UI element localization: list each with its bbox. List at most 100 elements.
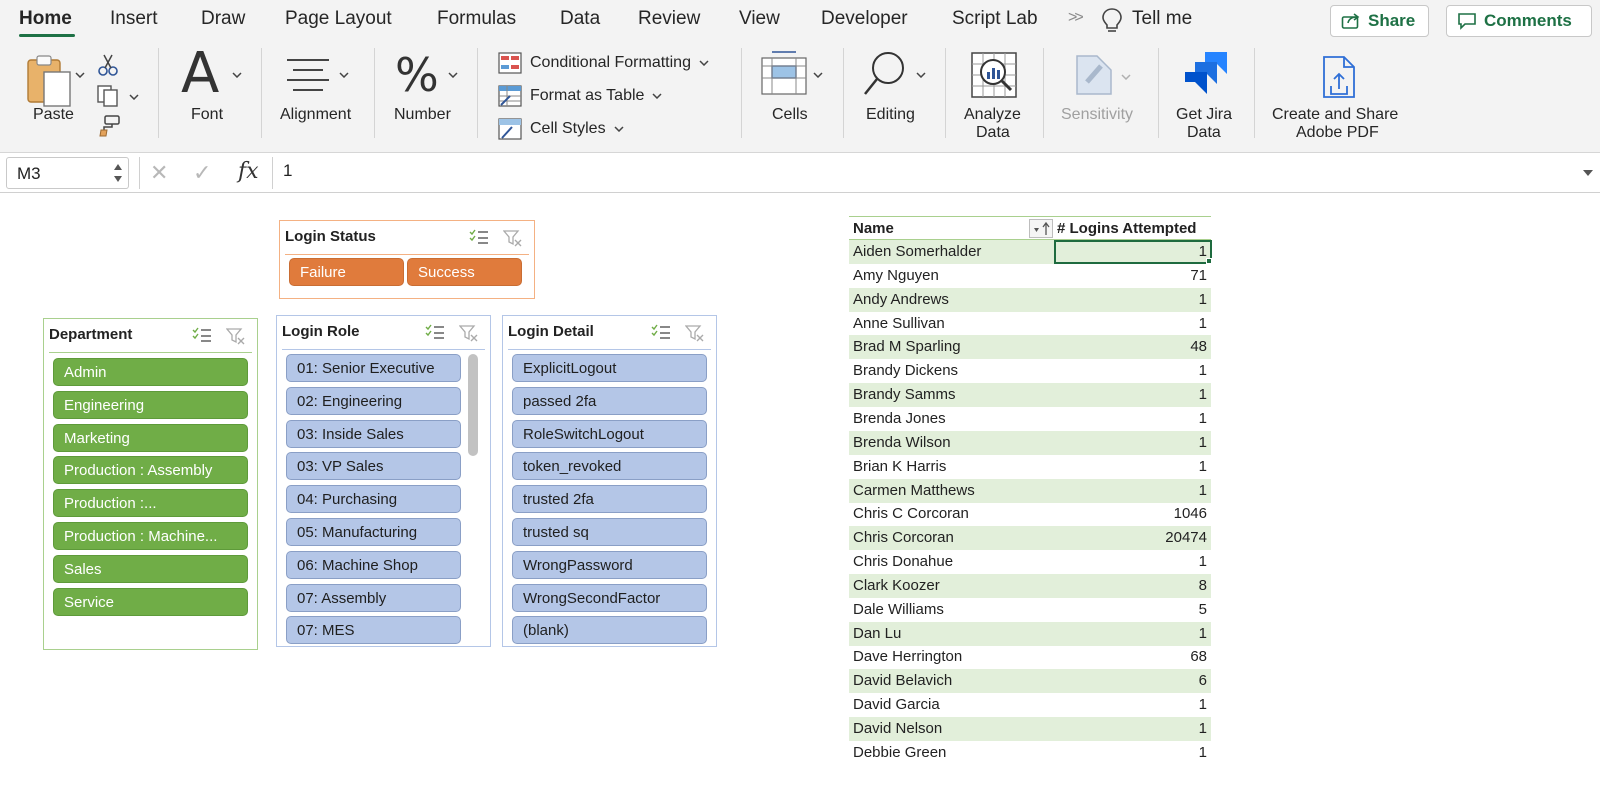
slicer-item[interactable]: RoleSwitchLogout — [512, 419, 707, 448]
row-value-cell[interactable]: 1 — [1199, 362, 1207, 379]
confirm-edit-icon[interactable]: ✓ — [193, 160, 211, 186]
format-painter-icon[interactable] — [97, 114, 121, 138]
row-value-cell[interactable]: 1 — [1199, 696, 1207, 713]
slicer-item[interactable]: 03: VP Sales — [286, 452, 461, 481]
slicer-item[interactable]: Admin — [53, 358, 248, 386]
row-name-cell[interactable]: Brad M Sparling — [853, 338, 961, 355]
tab-script-lab[interactable]: Script Lab — [952, 8, 1038, 30]
slicer-item[interactable]: Marketing — [53, 423, 248, 452]
fill-handle[interactable] — [1206, 258, 1212, 264]
row-name-cell[interactable]: Chris C Corcoran — [853, 505, 969, 522]
row-value-cell[interactable]: 1 — [1199, 386, 1207, 403]
slicer-item[interactable]: 07: Assembly — [286, 583, 461, 612]
format-as-table-button[interactable]: Format as Table — [498, 84, 662, 108]
slicer-item[interactable]: WrongSecondFactor — [512, 583, 707, 612]
slicer-item[interactable]: 06: Machine Shop — [286, 550, 461, 579]
department-slicer[interactable]: Department Admin Engineering Marketing Prod… — [43, 318, 258, 650]
row-value-cell[interactable]: 1 — [1199, 482, 1207, 499]
insert-function-icon[interactable]: fx — [238, 159, 259, 184]
slicer-item[interactable]: Production :... — [53, 489, 248, 518]
clear-filter-icon[interactable] — [459, 324, 479, 342]
row-value-cell[interactable]: 5 — [1199, 601, 1207, 618]
share-button[interactable]: Share — [1330, 5, 1429, 37]
slicer-item[interactable]: token_revoked — [512, 452, 707, 481]
slicer-item[interactable]: WrongPassword — [512, 550, 707, 579]
tell-me-search[interactable]: Tell me — [1132, 8, 1192, 30]
row-name-cell[interactable]: Brian K Harris — [853, 458, 946, 475]
slicer-item[interactable]: Engineering — [53, 390, 248, 419]
table-row[interactable]: Chris Corcoran 20474 — [849, 526, 1211, 551]
slicer-item[interactable]: Service — [53, 587, 248, 616]
table-row[interactable]: Brenda Wilson 1 — [849, 430, 1211, 455]
row-name-cell[interactable]: Brenda Wilson — [853, 434, 951, 451]
row-value-cell[interactable]: 71 — [1190, 267, 1207, 284]
slicer-item[interactable]: Failure — [289, 258, 404, 286]
scissors-icon[interactable] — [97, 53, 119, 77]
row-value-cell[interactable]: 68 — [1190, 648, 1207, 665]
slicer-scrollbar-thumb[interactable] — [468, 354, 478, 456]
table-row[interactable]: David Nelson 1 — [849, 717, 1211, 741]
row-name-cell[interactable]: Dale Williams — [853, 601, 944, 618]
table-row[interactable]: Brenda Jones 1 — [849, 407, 1211, 431]
row-name-cell[interactable]: David Belavich — [853, 672, 952, 689]
table-row[interactable]: Chris Donahue 1 — [849, 550, 1211, 574]
row-value-cell[interactable]: 1 — [1199, 553, 1207, 570]
row-name-cell[interactable]: Dan Lu — [853, 625, 901, 642]
row-value-cell[interactable]: 1 — [1199, 458, 1207, 475]
login-status-slicer[interactable]: Login Status Failure Success — [279, 220, 535, 299]
table-row[interactable]: Dave Herrington 68 — [849, 645, 1211, 669]
tab-draw[interactable]: Draw — [201, 8, 245, 30]
slicer-item[interactable]: 03: Inside Sales — [286, 419, 461, 448]
table-row[interactable]: David Garcia 1 — [849, 693, 1211, 717]
slicer-item[interactable]: ExplicitLogout — [512, 354, 707, 382]
row-value-cell[interactable]: 1 — [1199, 410, 1207, 427]
row-name-cell[interactable]: Amy Nguyen — [853, 267, 939, 284]
login-detail-slicer[interactable]: Login Detail ExplicitLogout passed 2fa Rol… — [502, 315, 717, 647]
row-name-cell[interactable]: Andy Andrews — [853, 291, 949, 308]
chevron-down-icon[interactable] — [129, 94, 139, 100]
slicer-item[interactable]: trusted 2fa — [512, 485, 707, 514]
slicer-item[interactable]: Production : Assembly — [53, 456, 248, 485]
multi-select-icon[interactable] — [469, 229, 489, 245]
table-row[interactable]: Chris C Corcoran 1046 — [849, 502, 1211, 526]
table-row[interactable]: Amy Nguyen 71 — [849, 264, 1211, 288]
name-box-spinner-icon[interactable] — [113, 161, 123, 185]
slicer-item[interactable]: 01: Senior Executive — [286, 354, 461, 382]
table-row[interactable]: Dan Lu 1 — [849, 621, 1211, 646]
row-name-cell[interactable]: Anne Sullivan — [853, 315, 945, 332]
sort-filter-dropdown-button[interactable] — [1029, 219, 1053, 238]
row-value-cell[interactable]: 1046 — [1174, 505, 1207, 522]
row-value-cell[interactable]: 1 — [1199, 315, 1207, 332]
copy-icon[interactable] — [96, 84, 122, 108]
cell-styles-button[interactable]: Cell Styles — [498, 117, 624, 141]
multi-select-icon[interactable] — [192, 327, 212, 343]
slicer-item[interactable]: 04: Purchasing — [286, 485, 461, 514]
comments-button[interactable]: Comments — [1446, 5, 1592, 37]
pivot-header-logins[interactable]: # Logins Attempted — [1057, 220, 1196, 237]
row-value-cell[interactable]: 1 — [1199, 625, 1207, 642]
more-tabs-chevron-icon[interactable]: >> — [1068, 9, 1084, 27]
multi-select-icon[interactable] — [651, 324, 671, 340]
tab-home[interactable]: Home — [19, 8, 72, 30]
table-row[interactable]: Andy Andrews 1 — [849, 287, 1211, 312]
clear-filter-icon[interactable] — [685, 324, 705, 342]
row-name-cell[interactable]: Dave Herrington — [853, 648, 962, 665]
row-name-cell[interactable]: Aiden Somerhalder — [853, 243, 981, 260]
conditional-formatting-button[interactable]: Conditional Formatting — [498, 51, 709, 75]
tab-formulas[interactable]: Formulas — [437, 8, 516, 30]
row-value-cell[interactable]: 1 — [1199, 434, 1207, 451]
table-row[interactable]: Carmen Matthews 1 — [849, 478, 1211, 503]
formula-input[interactable]: 1 — [283, 161, 292, 181]
row-name-cell[interactable]: Chris Donahue — [853, 553, 953, 570]
slicer-item[interactable]: 07: MES — [286, 616, 461, 645]
slicer-item[interactable]: Production : Machine... — [53, 522, 248, 550]
multi-select-icon[interactable] — [425, 324, 445, 340]
table-row[interactable]: Brad M Sparling 48 — [849, 335, 1211, 360]
row-value-cell[interactable]: 20474 — [1165, 529, 1207, 546]
slicer-item[interactable]: 02: Engineering — [286, 386, 461, 415]
row-value-cell[interactable]: 1 — [1199, 291, 1207, 308]
pivot-header-name[interactable]: Name — [853, 220, 894, 237]
table-row[interactable]: Debbie Green 1 — [849, 741, 1211, 765]
login-role-slicer[interactable]: Login Role 01: Senior Executive 02: Engin… — [276, 315, 491, 647]
slicer-item[interactable]: passed 2fa — [512, 386, 707, 415]
